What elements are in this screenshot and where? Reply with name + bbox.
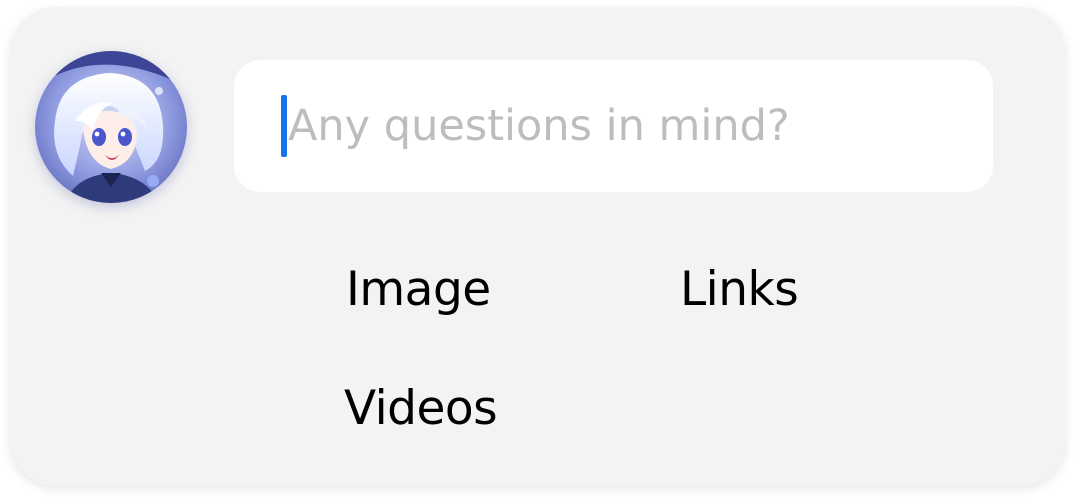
attach-image-option[interactable]: Image bbox=[346, 266, 491, 313]
avatar-image bbox=[35, 51, 187, 203]
avatar[interactable] bbox=[35, 51, 187, 203]
attach-links-option[interactable]: Links bbox=[680, 266, 799, 313]
question-input[interactable] bbox=[234, 60, 993, 192]
attach-videos-option[interactable]: Videos bbox=[344, 385, 498, 432]
question-input-box[interactable] bbox=[234, 60, 993, 192]
